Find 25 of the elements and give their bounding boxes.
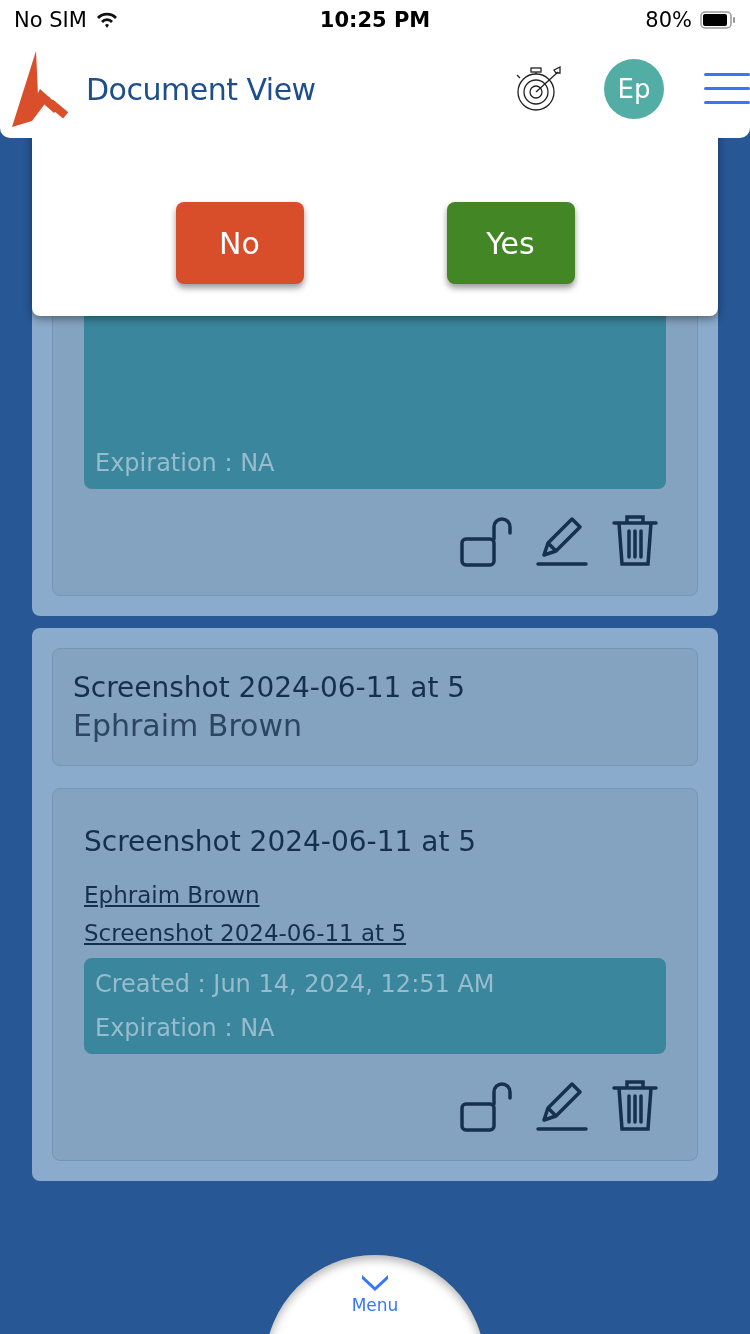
document-title: Screenshot 2024-06-11 at 5 (73, 671, 467, 704)
document-link[interactable]: Screenshot 2024-06-11 at 5 (84, 920, 407, 946)
info-text: Expiration : NA (95, 449, 276, 477)
user-avatar[interactable]: Ep (604, 59, 664, 119)
document-title: Screenshot 2024-06-11 at 5 (84, 825, 478, 858)
document-author: Ephraim Brown (73, 708, 303, 743)
document-summary[interactable]: Screenshot 2024-06-11 at 5 Ephraim Brown (52, 648, 698, 766)
edit-icon[interactable] (536, 515, 588, 567)
stopwatch-target-icon[interactable] (514, 64, 564, 114)
battery-percent: 80% (645, 8, 692, 32)
info-text: Expiration : NA (95, 1014, 276, 1042)
document-link[interactable]: Ephraim Brown (84, 882, 260, 908)
trash-icon[interactable] (612, 513, 658, 567)
unlock-icon[interactable] (460, 1082, 512, 1132)
no-button[interactable]: No (175, 202, 304, 284)
status-time: 10:25 PM (319, 8, 431, 32)
info-text: Created : Jun 14, 2024, 12:51 AM (95, 970, 496, 998)
yes-button[interactable]: Yes (446, 202, 575, 284)
carrier-name: No SIM (14, 8, 87, 32)
unlock-icon[interactable] (460, 517, 512, 567)
chevron-down-icon (361, 1273, 389, 1291)
page-title: Document View (86, 71, 316, 107)
battery-icon (700, 11, 736, 29)
edit-icon[interactable] (536, 1080, 588, 1132)
trash-icon[interactable] (612, 1078, 658, 1132)
